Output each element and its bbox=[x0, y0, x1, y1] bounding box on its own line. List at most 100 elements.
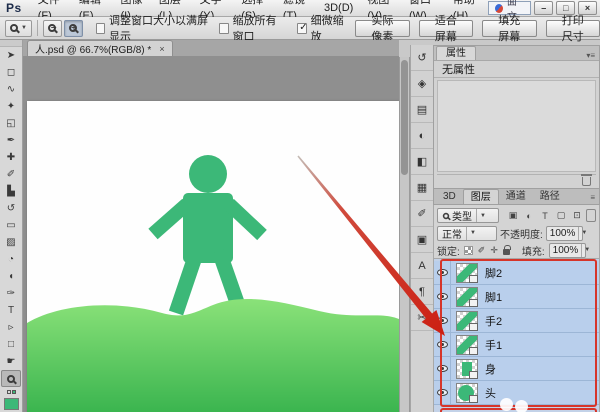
blur-tool[interactable]: ◔ bbox=[0, 251, 22, 268]
shape-tool[interactable]: □ bbox=[0, 336, 22, 353]
panel-tool-presets-icon[interactable]: ✂ bbox=[411, 305, 433, 331]
tab-paths[interactable]: 路径 bbox=[533, 189, 567, 204]
layer-name: 手2 bbox=[485, 313, 502, 329]
options-button-0[interactable]: 实际像素 bbox=[355, 20, 409, 37]
foreground-color-swatch[interactable] bbox=[4, 398, 19, 410]
zoom-tool-preset-dropdown[interactable]: ▼ bbox=[5, 20, 32, 37]
properties-content bbox=[437, 80, 596, 172]
layer-thumbnail[interactable] bbox=[456, 335, 478, 355]
brush-tool[interactable]: ✐ bbox=[0, 166, 22, 183]
healing-brush-tool-icon: ✚ bbox=[7, 152, 15, 163]
tab-layers[interactable]: 图层 bbox=[463, 189, 499, 204]
filter-icon-0[interactable]: ▣ bbox=[507, 210, 519, 221]
filter-icon-4[interactable]: ⊡ bbox=[571, 210, 583, 221]
layer-visibility-toggle[interactable] bbox=[434, 381, 451, 404]
zoom-in-button[interactable] bbox=[64, 20, 83, 37]
crop-tool[interactable]: ◱ bbox=[0, 115, 22, 132]
layer-row[interactable]: 手2 bbox=[434, 309, 599, 333]
panel-clone-source-icon[interactable]: ▣ bbox=[411, 227, 433, 253]
healing-brush-tool[interactable]: ✚ bbox=[0, 149, 22, 166]
path-selection-tool[interactable]: ▹ bbox=[0, 319, 22, 336]
lasso-tool[interactable]: ∿ bbox=[0, 81, 22, 98]
panel-masks-icon[interactable]: ◧ bbox=[411, 149, 433, 175]
lock-pixels-icon[interactable]: ✐ bbox=[478, 245, 486, 256]
trash-icon[interactable] bbox=[582, 177, 591, 186]
quick-selection-tool[interactable]: ✦ bbox=[0, 98, 22, 115]
filter-icon-1[interactable]: ◐ bbox=[523, 211, 535, 221]
panel-menu-icon[interactable]: ≡ bbox=[590, 193, 599, 204]
layer-thumbnail[interactable] bbox=[456, 287, 478, 307]
marquee-tool-icon: ◻ bbox=[7, 67, 15, 78]
type-tool[interactable]: T bbox=[0, 302, 22, 319]
panel-adjustments-icon[interactable]: ◐ bbox=[411, 123, 433, 149]
layer-row[interactable]: 头 bbox=[434, 381, 599, 405]
panel-history-icon[interactable]: ↺ bbox=[411, 45, 433, 71]
layer-visibility-toggle[interactable] bbox=[434, 261, 451, 284]
dodge-tool-icon: ◖ bbox=[8, 271, 14, 282]
zoom-action-buttons: 实际像素适合屏幕填充屏幕打印尺寸 bbox=[346, 20, 600, 37]
panel-info-icon[interactable]: ▤ bbox=[411, 97, 433, 123]
fill-field[interactable]: 100% ▼ bbox=[549, 243, 586, 258]
panel-styles-icon[interactable]: ◈ bbox=[411, 71, 433, 97]
swap-colors-icon[interactable] bbox=[0, 387, 22, 397]
tab-properties[interactable]: 属性 bbox=[436, 46, 476, 60]
move-tool[interactable]: ➤ bbox=[0, 47, 22, 64]
blend-mode-dropdown[interactable]: 正常 ▼ bbox=[437, 226, 497, 241]
checkbox-icon[interactable] bbox=[96, 23, 105, 34]
eyedropper-tool[interactable]: ✒ bbox=[0, 132, 22, 149]
options-button-3[interactable]: 打印尺寸 bbox=[546, 20, 600, 37]
filter-toggle[interactable] bbox=[586, 209, 596, 222]
crop-tool-icon: ◱ bbox=[6, 118, 15, 129]
options-button-1[interactable]: 适合屏幕 bbox=[419, 20, 473, 37]
zoom-out-icon bbox=[48, 24, 56, 32]
app-logo: Ps bbox=[6, 1, 22, 15]
canvas-vertical-scrollbar[interactable] bbox=[399, 57, 410, 412]
dodge-tool[interactable]: ◖ bbox=[0, 268, 22, 285]
pen-tool[interactable]: ✑ bbox=[0, 285, 22, 302]
layer-row[interactable]: 脚2 bbox=[434, 261, 599, 285]
layer-filter-dropdown[interactable]: 类型 ▼ bbox=[437, 208, 499, 223]
lock-position-icon[interactable]: ✛ bbox=[490, 245, 498, 256]
canvas[interactable] bbox=[27, 101, 399, 412]
lock-transparency-icon[interactable] bbox=[464, 246, 473, 255]
gradient-tool[interactable]: ▨ bbox=[0, 234, 22, 251]
document-tab[interactable]: 人.psd @ 66.7%(RGB/8) * × bbox=[27, 40, 173, 56]
scrollbar-thumb[interactable] bbox=[401, 60, 408, 175]
layer-row[interactable]: 脚1 bbox=[434, 285, 599, 309]
hand-tool[interactable]: ☛ bbox=[0, 353, 22, 370]
minimize-button[interactable]: – bbox=[534, 1, 553, 15]
lock-all-icon[interactable] bbox=[503, 249, 510, 255]
filter-icon-2[interactable]: T bbox=[539, 211, 551, 221]
panel-swatches-icon[interactable]: ▦ bbox=[411, 175, 433, 201]
zoom-out-button[interactable] bbox=[43, 20, 62, 37]
layer-row[interactable]: 身 bbox=[434, 357, 599, 381]
panel-menu-icon[interactable]: ▾≡ bbox=[586, 51, 599, 60]
tools-panel-header[interactable] bbox=[0, 40, 22, 47]
layer-thumbnail[interactable] bbox=[456, 263, 478, 283]
tab-3d[interactable]: 3D bbox=[436, 189, 463, 204]
panel-paragraph-icon[interactable]: ¶ bbox=[411, 279, 433, 305]
layer-visibility-toggle[interactable] bbox=[434, 309, 451, 332]
options-button-2[interactable]: 填充屏幕 bbox=[482, 20, 536, 37]
opacity-field[interactable]: 100% ▼ bbox=[546, 226, 583, 241]
marquee-tool[interactable]: ◻ bbox=[0, 64, 22, 81]
layer-thumbnail[interactable] bbox=[456, 359, 478, 379]
checkbox-icon[interactable] bbox=[219, 23, 228, 34]
tab-close-icon[interactable]: × bbox=[159, 44, 164, 54]
tab-channels[interactable]: 通道 bbox=[499, 189, 533, 204]
eraser-tool[interactable]: ▭ bbox=[0, 217, 22, 234]
panel-brush-icon[interactable]: ✐ bbox=[411, 201, 433, 227]
panel-character-icon[interactable]: A bbox=[411, 253, 433, 279]
layer-thumbnail[interactable] bbox=[456, 383, 478, 403]
layer-visibility-toggle[interactable] bbox=[434, 333, 451, 356]
layer-visibility-toggle[interactable] bbox=[434, 357, 451, 380]
layer-visibility-toggle[interactable] bbox=[434, 285, 451, 308]
history-brush-tool[interactable]: ↺ bbox=[0, 200, 22, 217]
zoom-tool[interactable] bbox=[1, 370, 21, 387]
filter-icon-3[interactable]: ▢ bbox=[555, 210, 567, 221]
layer-thumbnail[interactable] bbox=[456, 311, 478, 331]
clone-stamp-tool[interactable]: ▙ bbox=[0, 183, 22, 200]
opacity-label: 不透明度: bbox=[500, 226, 543, 241]
layer-row[interactable]: 手1 bbox=[434, 333, 599, 357]
checkbox-icon[interactable] bbox=[297, 23, 306, 34]
